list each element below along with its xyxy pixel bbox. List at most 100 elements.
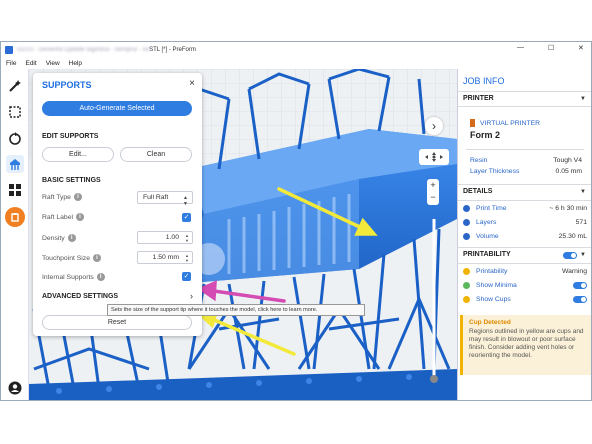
title-bar: GD1S - Desenhd Djaldde fagindsa - Sempru… bbox=[1, 42, 591, 57]
cup-detected-title: Cup Detected bbox=[469, 319, 511, 326]
divider bbox=[458, 91, 591, 92]
job-info-panel: JOB INFO PRINTER ▼ VIRTUAL PRINTER Form … bbox=[457, 69, 591, 400]
menu-file[interactable]: File bbox=[6, 60, 16, 67]
view-cube-control[interactable] bbox=[419, 149, 449, 165]
user-icon[interactable] bbox=[6, 379, 24, 397]
box-select-icon[interactable] bbox=[6, 103, 24, 121]
printer-header[interactable]: PRINTER bbox=[463, 95, 494, 102]
print-time-value: ~ 6 h 30 min bbox=[549, 205, 587, 212]
reset-button[interactable]: Reset bbox=[42, 315, 192, 330]
orient-icon[interactable] bbox=[6, 129, 24, 147]
view-rotate-icon bbox=[425, 152, 443, 162]
printer-icon bbox=[470, 119, 475, 127]
divider bbox=[458, 184, 591, 185]
printability-value: Warning bbox=[561, 268, 587, 275]
chevron-down-icon[interactable]: ▼ bbox=[580, 96, 586, 102]
printability-label: Printability bbox=[476, 268, 508, 275]
touchpoint-row: Touchpoint Size i bbox=[42, 254, 101, 262]
print-time-label: Print Time bbox=[476, 205, 507, 212]
job-info-title: JOB INFO bbox=[463, 76, 505, 86]
edit-supports-header: EDIT SUPPORTS bbox=[42, 133, 99, 140]
close-window-button[interactable]: ✕ bbox=[578, 44, 584, 52]
raft-label-row: Raft Label i bbox=[42, 213, 84, 221]
density-value: 1.00 bbox=[165, 234, 179, 241]
divider bbox=[458, 106, 591, 107]
show-cups-toggle[interactable] bbox=[573, 296, 587, 303]
clock-icon bbox=[463, 205, 470, 212]
advanced-settings-header[interactable]: ADVANCED SETTINGS bbox=[42, 293, 118, 300]
expand-panel-button[interactable]: › bbox=[425, 117, 443, 135]
window-title-blurred: GD1S - Desenhd Djaldde fagindsa - Sempru… bbox=[17, 46, 150, 53]
show-cups-label: Show Cups bbox=[476, 296, 511, 303]
layers-row: Layers 571 bbox=[463, 219, 587, 226]
internal-supports-label: Internal Supports bbox=[42, 273, 94, 281]
raft-label-checkbox[interactable]: ✓ bbox=[182, 213, 191, 222]
auto-generate-button[interactable]: Auto-Generate Selected bbox=[42, 101, 192, 116]
hollow-icon[interactable] bbox=[5, 207, 25, 227]
divider bbox=[458, 263, 591, 264]
touchpoint-input[interactable]: 1.50 mm ▲ ▼ bbox=[137, 251, 193, 264]
density-row: Density i bbox=[42, 234, 76, 242]
layer-thickness-row: Layer Thickness 0.05 mm bbox=[470, 168, 582, 175]
volume-value: 25.30 mL bbox=[558, 233, 587, 240]
raft-label-label: Raft Label bbox=[42, 213, 73, 221]
info-icon[interactable]: i bbox=[73, 193, 82, 201]
preform-window: GD1S - Desenhd Djaldde fagindsa - Sempru… bbox=[0, 41, 592, 401]
info-icon[interactable]: i bbox=[75, 213, 84, 221]
layout-icon[interactable] bbox=[6, 181, 24, 199]
info-icon[interactable]: i bbox=[96, 273, 105, 281]
close-supports-button[interactable]: × bbox=[189, 78, 195, 89]
info-icon[interactable]: i bbox=[67, 234, 76, 242]
supports-icon[interactable] bbox=[6, 155, 24, 173]
show-cups-row: Show Cups bbox=[463, 296, 587, 303]
internal-supports-row: Internal Supports i bbox=[42, 273, 105, 281]
clean-button[interactable]: Clean bbox=[120, 147, 192, 162]
show-minima-toggle[interactable] bbox=[573, 282, 587, 289]
menu-edit[interactable]: Edit bbox=[25, 60, 36, 67]
layer-thickness-label: Layer Thickness bbox=[470, 168, 520, 175]
chevron-right-icon[interactable]: › bbox=[190, 291, 193, 301]
stepper-icon[interactable]: ▲ ▼ bbox=[185, 233, 189, 243]
details-header[interactable]: DETAILS bbox=[463, 188, 492, 195]
stepper-icon[interactable]: ▲ ▼ bbox=[185, 253, 189, 263]
menu-bar: File Edit View Help bbox=[1, 57, 591, 69]
cup-detected-text: Regions outlined in yellow are cups and … bbox=[469, 328, 584, 359]
printability-header[interactable]: PRINTABILITY bbox=[463, 251, 511, 258]
menu-view[interactable]: View bbox=[46, 60, 60, 67]
resin-label: Resin bbox=[470, 157, 488, 164]
print-time-row: Print Time ~ 6 h 30 min bbox=[463, 205, 587, 212]
chevron-down-icon: ▲ ▼ bbox=[183, 195, 188, 207]
thumb-up-icon bbox=[463, 282, 470, 289]
layers-icon bbox=[463, 219, 470, 226]
edit-button[interactable]: Edit... bbox=[42, 147, 114, 162]
touchpoint-tooltip[interactable]: Sets the size of the support tip where i… bbox=[107, 304, 365, 316]
volume-icon bbox=[463, 233, 470, 240]
resin-value: Tough V4 bbox=[553, 157, 582, 164]
minimize-button[interactable]: — bbox=[517, 44, 524, 51]
virtual-printer-row: VIRTUAL PRINTER bbox=[470, 119, 540, 127]
internal-supports-checkbox[interactable]: ✓ bbox=[182, 272, 191, 281]
raft-type-select[interactable]: Full Raft ▲ ▼ bbox=[137, 191, 193, 207]
raft-type-row: Raft Type i bbox=[42, 193, 82, 201]
divider bbox=[458, 200, 591, 201]
info-icon[interactable]: i bbox=[93, 254, 101, 262]
raft-type-value: Full Raft bbox=[143, 194, 169, 201]
basic-settings-header: BASIC SETTINGS bbox=[42, 177, 101, 184]
raft-type-label: Raft Type bbox=[42, 193, 71, 201]
zoom-control[interactable]: + − bbox=[427, 179, 439, 205]
layers-value: 571 bbox=[575, 219, 587, 226]
resin-row: Resin Tough V4 bbox=[470, 157, 582, 164]
printability-toggle[interactable] bbox=[563, 252, 577, 261]
menu-help[interactable]: Help bbox=[69, 60, 82, 67]
chevron-down-icon[interactable]: ▼ bbox=[580, 252, 586, 258]
density-input[interactable]: 1.00 ▲ ▼ bbox=[137, 231, 193, 244]
divider bbox=[458, 247, 591, 248]
show-minima-label: Show Minima bbox=[476, 282, 517, 289]
chevron-down-icon[interactable]: ▼ bbox=[580, 189, 586, 195]
magic-wand-icon[interactable] bbox=[6, 77, 24, 95]
printer-name: Form 2 bbox=[470, 130, 501, 140]
maximize-button[interactable]: ☐ bbox=[548, 44, 554, 52]
printability-row: Printability Warning bbox=[463, 268, 587, 275]
layer-thickness-value: 0.05 mm bbox=[555, 168, 582, 175]
cup-detected-alert: Cup Detected Regions outlined in yellow … bbox=[460, 315, 591, 375]
